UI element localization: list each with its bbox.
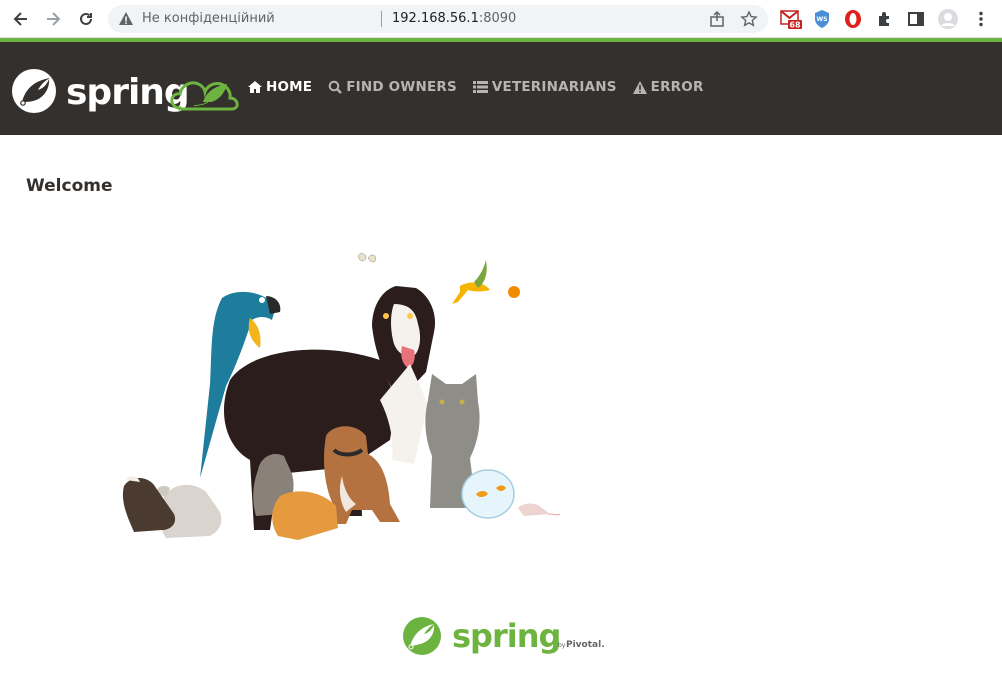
reload-icon xyxy=(80,12,92,25)
nav-veterinarians-label: VETERINARIANS xyxy=(491,79,617,95)
side-panel-button[interactable] xyxy=(905,8,927,30)
spring-footer-logo-icon: spring by Pivotal. xyxy=(403,617,605,655)
kebab-menu-icon xyxy=(979,11,983,27)
forward-arrow-icon xyxy=(47,12,61,26)
nav-find-owners[interactable]: FIND OWNERS xyxy=(328,79,457,95)
shield-icon: WS xyxy=(815,10,829,28)
brand-text: spring xyxy=(66,72,189,113)
warning-icon[interactable] xyxy=(118,11,134,27)
bookmark-star-icon[interactable] xyxy=(740,10,758,28)
ws-extension[interactable]: WS xyxy=(811,8,833,30)
opera-icon xyxy=(845,10,861,28)
nav-home[interactable]: HOME xyxy=(248,79,312,95)
fishbowl-icon xyxy=(461,469,515,519)
url-host: 192.168.56.1 xyxy=(392,11,479,26)
side-panel-icon xyxy=(908,12,924,26)
footer-pivotal-text: Pivotal. xyxy=(566,640,605,650)
bird-icon xyxy=(452,260,520,304)
opera-extension[interactable] xyxy=(842,8,864,30)
mouse-icon xyxy=(518,503,561,516)
nav-find-owners-label: FIND OWNERS xyxy=(346,79,457,95)
gmail-extension[interactable]: 68 xyxy=(780,8,802,30)
address-bar[interactable]: Не конфіденційний 192.168.56.1:8090 xyxy=(108,5,768,33)
reload-button[interactable] xyxy=(73,6,99,32)
extensions-button[interactable] xyxy=(874,8,896,30)
gmail-icon: 68 xyxy=(780,10,802,30)
gmail-badge: 68 xyxy=(789,21,801,30)
pets-illustration xyxy=(122,253,561,540)
back-arrow-icon xyxy=(13,12,27,26)
main-menu: HOME FIND OWNERS VETERINARIANS ERROR xyxy=(248,79,704,95)
share-icon[interactable] xyxy=(708,10,726,28)
list-icon xyxy=(472,81,488,93)
spring-petclinic-logo[interactable]: spring xyxy=(10,62,242,118)
home-icon xyxy=(248,81,262,93)
menu-button[interactable] xyxy=(970,8,992,30)
puzzle-icon xyxy=(879,12,889,26)
warning-icon xyxy=(632,80,647,94)
nav-error[interactable]: ERROR xyxy=(632,79,704,95)
url-port: :8090 xyxy=(478,11,517,26)
footer-spring-text: spring xyxy=(452,617,560,655)
spring-pivotal-logo: spring by Pivotal. xyxy=(400,612,610,662)
footer-by-text: by xyxy=(558,642,566,649)
nav-error-label: ERROR xyxy=(650,79,704,95)
pets-image xyxy=(110,240,570,550)
back-button[interactable] xyxy=(8,6,34,32)
security-label[interactable]: Не конфіденційний xyxy=(142,11,275,26)
avatar-icon xyxy=(938,9,958,29)
nav-home-label: HOME xyxy=(266,79,313,95)
search-icon xyxy=(328,80,343,94)
forward-button[interactable] xyxy=(40,6,66,32)
nav-veterinarians[interactable]: VETERINARIANS xyxy=(472,79,617,95)
address-separator xyxy=(381,11,382,27)
spring-logo-icon: spring xyxy=(12,69,239,113)
url-text[interactable]: 192.168.56.1:8090 xyxy=(392,11,516,26)
browser-toolbar: Не конфіденційний 192.168.56.1:8090 68 W… xyxy=(0,0,1002,38)
ws-label: WS xyxy=(817,16,828,23)
page-title: Welcome xyxy=(26,176,113,196)
butterfly-icon xyxy=(358,253,376,263)
navbar: spring HOME FIND OWNERS VETERINARIANS ER… xyxy=(0,42,1002,135)
profile-button[interactable] xyxy=(937,8,959,30)
